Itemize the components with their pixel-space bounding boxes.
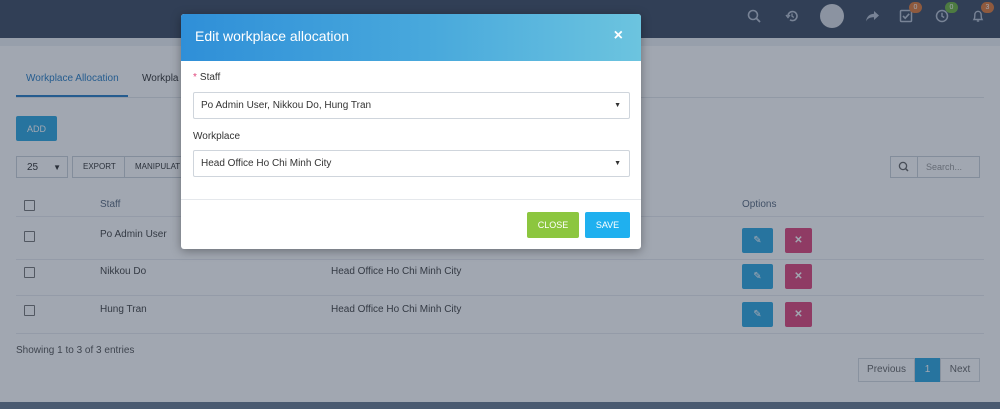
staff-label: * Staff — [193, 72, 220, 83]
staff-select[interactable]: Po Admin User, Nikkou Do, Hung Tran ▼ — [193, 92, 630, 119]
modal-title: Edit workplace allocation — [195, 28, 350, 44]
close-button[interactable]: CLOSE — [527, 212, 579, 238]
staff-select-value: Po Admin User, Nikkou Do, Hung Tran — [201, 100, 372, 111]
chevron-down-icon: ▼ — [614, 102, 621, 109]
close-icon[interactable]: × — [614, 27, 623, 45]
workplace-select-value: Head Office Ho Chi Minh City — [201, 158, 332, 169]
staff-label-text: Staff — [199, 72, 221, 83]
edit-workplace-modal: Edit workplace allocation × * Staff Po Ad… — [181, 14, 641, 249]
save-button[interactable]: SAVE — [585, 212, 630, 238]
required-mark: * — [193, 72, 197, 83]
workplace-select[interactable]: Head Office Ho Chi Minh City ▼ — [193, 150, 630, 177]
chevron-down-icon: ▼ — [614, 160, 621, 167]
modal-footer-divider — [181, 199, 641, 200]
workplace-label: Workplace — [193, 131, 241, 142]
modal-header: Edit workplace allocation × — [181, 14, 641, 61]
